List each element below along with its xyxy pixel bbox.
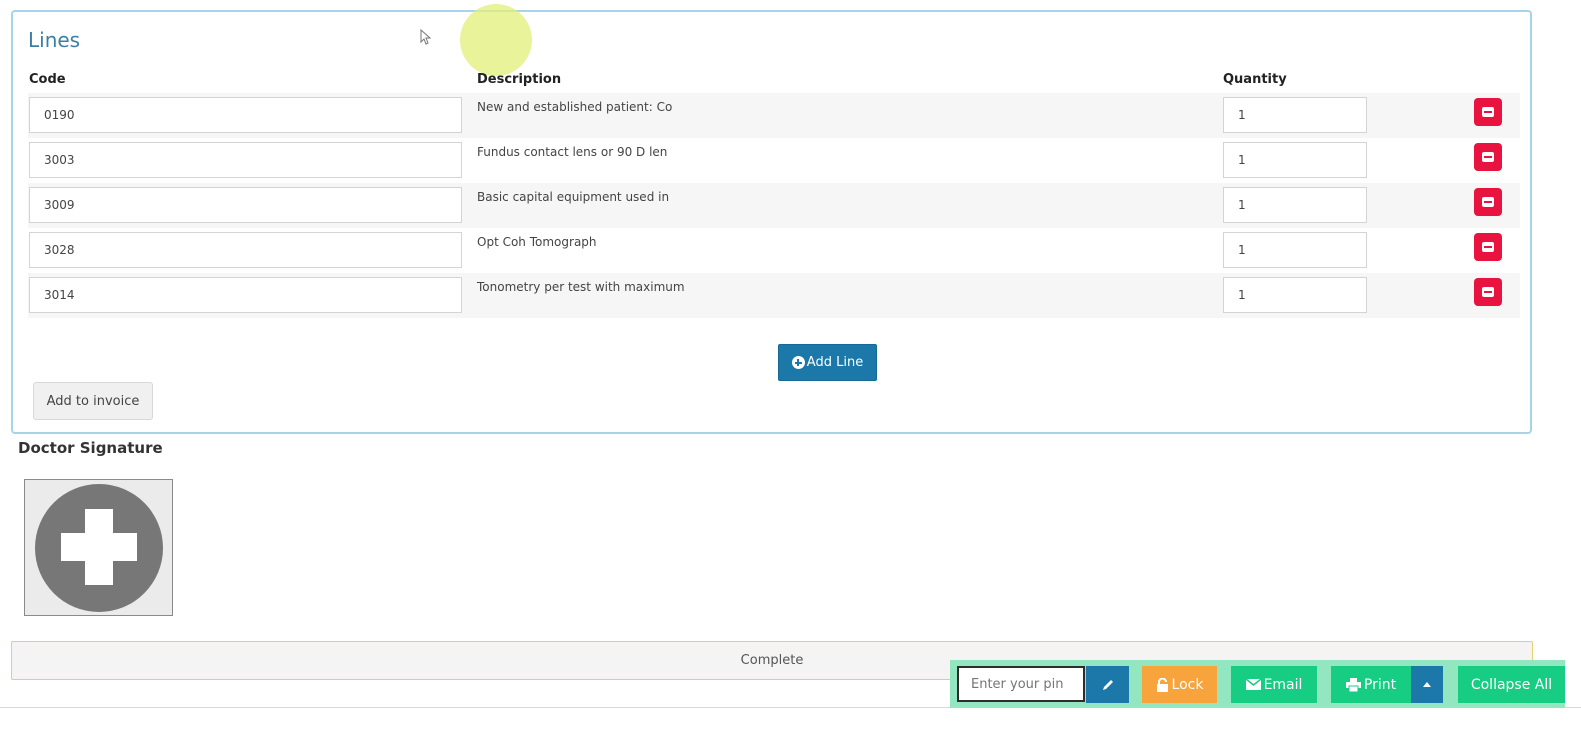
- description-column-header: Description: [477, 72, 562, 87]
- remove-line-button[interactable]: [1474, 233, 1502, 261]
- caret-up-icon: [1423, 682, 1431, 687]
- minus-icon: [1482, 287, 1494, 297]
- add-line-label: Add Line: [806, 355, 864, 370]
- collapse-all-button[interactable]: Collapse All: [1458, 666, 1565, 703]
- code-input[interactable]: 3028: [29, 232, 462, 268]
- code-input[interactable]: 0190: [29, 97, 462, 133]
- print-options-toggle[interactable]: [1411, 666, 1443, 703]
- code-column-header: Code: [29, 72, 66, 87]
- pin-input[interactable]: [957, 666, 1085, 702]
- doctor-signature-label: Doctor Signature: [18, 439, 163, 457]
- remove-line-button[interactable]: [1474, 143, 1502, 171]
- remove-line-button[interactable]: [1474, 98, 1502, 126]
- code-input[interactable]: 3003: [29, 142, 462, 178]
- lines-title: Lines: [28, 28, 81, 52]
- print-label: Print: [1363, 676, 1397, 693]
- action-toolbar: Lock Email Print Collapse All: [950, 660, 1565, 708]
- lock-button[interactable]: Lock: [1142, 666, 1217, 703]
- quantity-column-header: Quantity: [1223, 72, 1287, 87]
- add-to-invoice-button[interactable]: Add to invoice: [33, 382, 153, 420]
- quantity-input[interactable]: 1: [1223, 232, 1367, 268]
- quantity-input[interactable]: 1: [1223, 277, 1367, 313]
- minus-icon: [1482, 107, 1494, 117]
- remove-line-button[interactable]: [1474, 278, 1502, 306]
- add-signature-icon: [35, 484, 163, 612]
- envelope-icon: [1245, 679, 1261, 690]
- line-description: Fundus contact lens or 90 D len: [477, 145, 668, 159]
- minus-icon: [1482, 197, 1494, 207]
- line-description: New and established patient: Co: [477, 100, 673, 114]
- edit-button[interactable]: [1086, 666, 1129, 703]
- line-row: 0190 New and established patient: Co 1: [28, 93, 1520, 138]
- line-description: Tonometry per test with maximum: [477, 280, 685, 294]
- add-signature-button[interactable]: [24, 479, 173, 616]
- quantity-input[interactable]: 1: [1223, 142, 1367, 178]
- plus-circle-icon: [791, 356, 805, 369]
- printer-icon: [1345, 677, 1361, 692]
- quantity-input[interactable]: 1: [1223, 187, 1367, 223]
- email-button[interactable]: Email: [1231, 666, 1317, 703]
- minus-icon: [1482, 152, 1494, 162]
- lock-icon: [1156, 677, 1168, 692]
- line-row: 3003 Fundus contact lens or 90 D len 1: [28, 138, 1520, 183]
- code-input[interactable]: 3014: [29, 277, 462, 313]
- cursor-icon: [420, 29, 432, 45]
- line-description: Basic capital equipment used in: [477, 190, 670, 204]
- quantity-input[interactable]: 1: [1223, 97, 1367, 133]
- lock-label: Lock: [1171, 676, 1204, 693]
- add-line-button[interactable]: Add Line: [778, 344, 877, 381]
- click-highlight: [460, 4, 532, 76]
- line-row: 3009 Basic capital equipment used in 1: [28, 183, 1520, 228]
- pencil-icon: [1102, 679, 1113, 690]
- line-row: 3014 Tonometry per test with maximum 1: [28, 273, 1520, 318]
- remove-line-button[interactable]: [1474, 188, 1502, 216]
- lines-panel: Lines Code Description Quantity 0190 New…: [11, 4, 1532, 434]
- code-input[interactable]: 3009: [29, 187, 462, 223]
- minus-icon: [1482, 242, 1494, 252]
- email-label: Email: [1263, 676, 1303, 693]
- print-button[interactable]: Print: [1331, 666, 1411, 703]
- line-row: 3028 Opt Coh Tomograph 1: [28, 228, 1520, 273]
- line-description: Opt Coh Tomograph: [477, 235, 597, 249]
